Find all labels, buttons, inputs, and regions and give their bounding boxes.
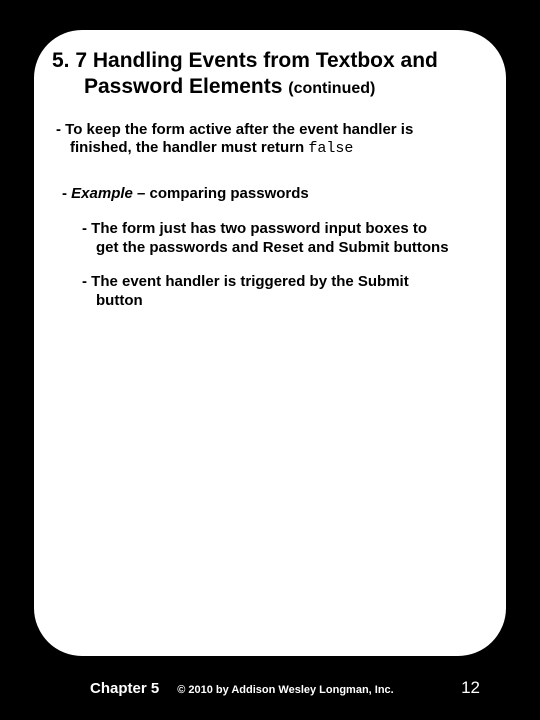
bullet-2: - Example – comparing passwords [62, 185, 488, 204]
slide-body: - To keep the form active after the even… [52, 121, 488, 311]
bullet-3-line2: get the passwords and Reset and Submit b… [96, 239, 488, 258]
bullet-2-rest: – comparing passwords [133, 185, 309, 202]
bullet-3: - The form just has two password input b… [82, 220, 488, 258]
code-false: false [308, 140, 353, 157]
bullet-1-line1: - To keep the form active after the even… [56, 121, 413, 138]
bullet-4: - The event handler is triggered by the … [82, 273, 488, 311]
bullet-2-dash: - [62, 185, 71, 202]
slide-frame: 5. 7 Handling Events from Textbox and Pa… [32, 28, 508, 658]
bullet-2-example: Example [71, 185, 133, 202]
slide-heading: 5. 7 Handling Events from Textbox and Pa… [52, 48, 488, 101]
footer-copyright: © 2010 by Addison Wesley Longman, Inc. [177, 684, 461, 696]
bullet-4-line2: button [96, 292, 488, 311]
heading-continued: (continued) [288, 80, 375, 97]
footer-chapter: Chapter 5 [90, 680, 159, 697]
bullet-1: - To keep the form active after the even… [56, 121, 488, 160]
footer-page-number: 12 [461, 678, 480, 698]
heading-line2: Password Elements [84, 75, 288, 98]
slide-footer: Chapter 5 © 2010 by Addison Wesley Longm… [0, 678, 540, 698]
bullet-3-line1: - The form just has two password input b… [82, 220, 427, 237]
heading-line1: 5. 7 Handling Events from Textbox and [52, 49, 438, 72]
bullet-4-line1: - The event handler is triggered by the … [82, 273, 409, 290]
bullet-1-line2: finished, the handler must return [70, 139, 308, 156]
